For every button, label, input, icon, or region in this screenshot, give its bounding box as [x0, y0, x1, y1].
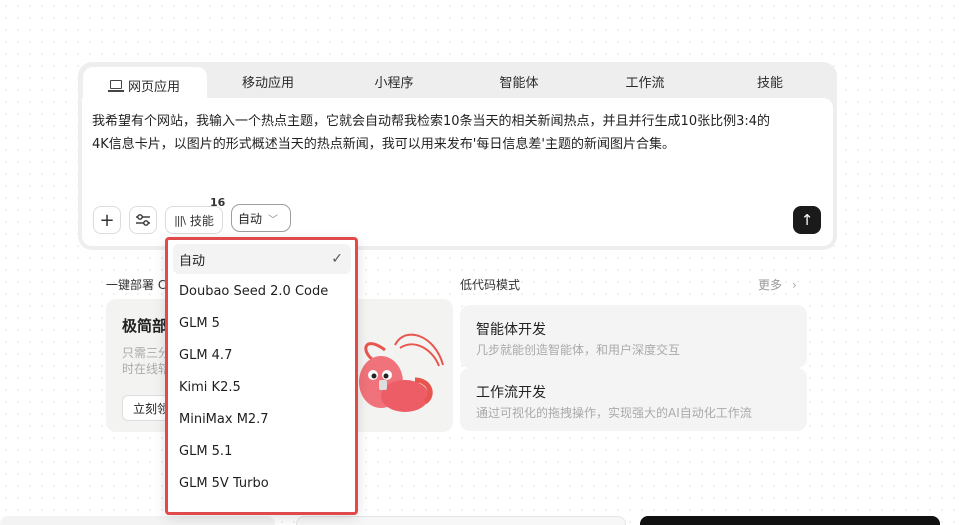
tab-label: 小程序	[374, 75, 414, 91]
skill-count-badge: 16	[210, 196, 226, 209]
app-type-tabs: 网页应用 移动应用 小程序 智能体 工作流 技能	[78, 62, 837, 103]
workflow-dev-card[interactable]: 工作流开发 通过可视化的拖拽操作，实现强大的AI自动化工作流	[460, 368, 807, 431]
feature-title: 智能体开发	[476, 322, 546, 338]
lowcode-section-title: 低代码模式	[460, 278, 521, 292]
model-option-label: Doubao Seed 2.0 Code	[179, 283, 329, 299]
lobster-mascot-icon	[359, 333, 444, 412]
model-dropdown: 自动 ✓ Doubao Seed 2.0 Code GLM 5 GLM 4.7 …	[165, 237, 358, 515]
model-option[interactable]: GLM 5.1	[173, 436, 351, 466]
laptop-icon	[107, 79, 124, 92]
prompt-card: 网页应用 移动应用 小程序 智能体 工作流 技能 我希望有个网站，我输入一个热点…	[78, 62, 837, 250]
add-attachment-button[interactable]: +	[93, 206, 121, 234]
feature-title: 工作流开发	[476, 385, 546, 401]
model-option-label: Kimi K2.5	[179, 379, 241, 395]
library-icon: |||\	[174, 213, 186, 227]
check-icon: ✓	[331, 251, 343, 267]
model-option[interactable]: Doubao Seed 2.0 Code	[173, 276, 351, 306]
model-option-label: MiniMax M2.7	[179, 411, 269, 427]
tab-label: 智能体	[499, 75, 539, 91]
model-option[interactable]: MiniMax M2.7	[173, 404, 351, 434]
send-button[interactable]: ↑	[793, 206, 821, 234]
model-option-label: GLM 5V Turbo	[179, 475, 269, 491]
prompt-line: 我希望有个网站，我输入一个热点主题，它就会自动帮我检索10条当天的相关新闻热点，…	[92, 114, 771, 129]
model-option-auto[interactable]: 自动 ✓	[173, 244, 351, 274]
tab-mini-program[interactable]: 小程序	[354, 69, 434, 93]
bottom-card	[640, 516, 940, 525]
tab-mobile-app[interactable]: 移动应用	[228, 69, 308, 93]
model-select-value: 自动	[238, 211, 263, 226]
feature-desc: 通过可视化的拖拽操作，实现强大的AI自动化工作流	[476, 406, 752, 420]
prompt-line: 4K信息卡片，以图片的形式概述当天的热点新闻，我可以用来发布'每日信息差'主题的…	[92, 137, 675, 152]
bottom-card	[296, 516, 626, 525]
plus-icon: +	[99, 209, 115, 231]
model-option-label: GLM 5.1	[179, 443, 233, 459]
tab-label: 移动应用	[241, 75, 294, 91]
prompt-text[interactable]: 我希望有个网站，我输入一个热点主题，它就会自动帮我检索10条当天的相关新闻热点，…	[92, 110, 822, 156]
settings-button[interactable]	[129, 206, 157, 234]
skills-button[interactable]: |||\ 技能	[165, 206, 223, 234]
tab-skills[interactable]: 技能	[730, 69, 810, 93]
model-option[interactable]: GLM 5	[173, 308, 351, 338]
tab-label: 工作流	[625, 75, 665, 91]
chevron-right-icon: ›	[792, 278, 797, 292]
model-option[interactable]: GLM 5V Turbo	[173, 468, 351, 498]
more-link[interactable]: 更多 ›	[758, 276, 797, 293]
arrow-up-icon: ↑	[800, 211, 814, 229]
agent-dev-card[interactable]: 智能体开发 几步就能创造智能体，和用户深度交互	[460, 305, 807, 368]
deploy-card-title: 极简部	[122, 317, 168, 335]
bottom-card	[0, 516, 275, 525]
tab-agent[interactable]: 智能体	[479, 69, 559, 93]
tab-label: 网页应用	[127, 79, 180, 95]
prompt-editor[interactable]: 我希望有个网站，我输入一个热点主题，它就会自动帮我检索10条当天的相关新闻热点，…	[82, 98, 833, 246]
model-option-label: GLM 4.7	[179, 347, 233, 363]
deploy-section-title: 一键部署 C	[106, 278, 167, 292]
model-option[interactable]: Kimi K2.5	[173, 372, 351, 402]
more-label: 更多	[758, 278, 783, 292]
tab-label: 技能	[756, 75, 783, 91]
chevron-down-icon: ﹀	[268, 214, 279, 226]
model-select[interactable]: 自动 ﹀	[231, 204, 291, 232]
sliders-icon	[136, 214, 150, 226]
feature-desc: 几步就能创造智能体，和用户深度交互	[476, 343, 681, 357]
deploy-card-desc: 只需三分	[122, 346, 171, 360]
model-option-label: 自动	[179, 253, 206, 269]
model-option[interactable]: GLM 4.7	[173, 340, 351, 370]
model-option-label: GLM 5	[179, 315, 220, 331]
deploy-card-desc: 时在线辖	[122, 362, 171, 376]
tab-workflow[interactable]: 工作流	[605, 69, 685, 93]
skills-label: 技能	[189, 213, 214, 228]
